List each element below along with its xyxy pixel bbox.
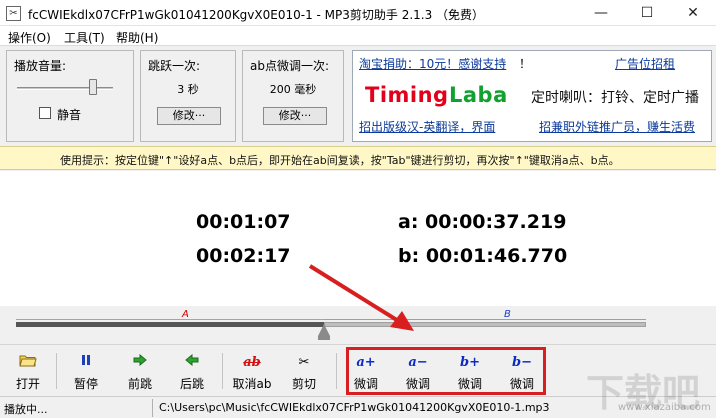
a-segment-line xyxy=(16,319,324,320)
mute-checkbox[interactable] xyxy=(39,107,51,119)
next-skip-label: 后跳 xyxy=(179,377,204,391)
cut-button[interactable]: ✂ 剪切 xyxy=(280,347,328,393)
window-title: fcCWIEkdlx07CFrP1wGk01041200KgvX0E010-1 … xyxy=(28,8,485,22)
minimize-button[interactable]: — xyxy=(578,0,624,26)
ab-adjust-panel: ab点微调一次: 200 毫秒 修改··· xyxy=(242,50,344,142)
skip-panel: 跳跃一次: 3 秒 修改··· xyxy=(140,50,236,142)
ab-adjust-title: ab点微调一次: xyxy=(250,59,330,73)
pause-button[interactable]: 暂停 xyxy=(62,347,110,393)
watermark-url: www.xiazaiba.com xyxy=(618,402,711,413)
donate-link-tail: ！ xyxy=(519,57,532,71)
b-segment-line xyxy=(324,319,646,320)
cancel-ab-button[interactable]: ab 取消ab xyxy=(228,347,276,393)
skip-modify-button[interactable]: 修改··· xyxy=(157,107,221,125)
translator-link[interactable]: 招出版级汉-英翻译，界面 xyxy=(359,118,495,135)
scissors-icon: ✂ xyxy=(298,355,310,370)
cancel-ab-label: 取消ab xyxy=(232,377,272,391)
timinglaba-logo-part1[interactable]: Timing xyxy=(365,83,449,107)
maximize-button[interactable]: ☐ xyxy=(624,0,670,26)
toolbar-separator xyxy=(56,353,57,389)
pause-icon xyxy=(62,353,110,373)
skip-value: 3 秒 xyxy=(177,83,199,96)
pause-label: 暂停 xyxy=(73,377,98,391)
menu-help[interactable]: 帮助(H) xyxy=(116,29,158,46)
arrow-left-green-icon xyxy=(168,353,216,373)
total-time: 00:02:17 xyxy=(196,245,291,267)
next-skip-button[interactable]: 后跳 xyxy=(168,347,216,393)
close-button[interactable]: ✕ xyxy=(670,0,716,26)
volume-title: 播放音量: xyxy=(14,59,67,73)
ad-panel: 淘宝捐助：10元！感谢支持 ！ 广告位招租 Timing Laba 定时喇叭：打… xyxy=(352,50,712,142)
current-time: 00:01:07 xyxy=(196,211,291,233)
menu-operate[interactable]: 操作(O) xyxy=(8,29,51,46)
menu-tools[interactable]: 工具(T) xyxy=(64,29,105,46)
ad-rent-link[interactable]: 广告位招租 xyxy=(615,55,675,72)
cancel-ab-icon: ab xyxy=(243,355,261,370)
donate-link[interactable]: 淘宝捐助：10元！感谢支持 xyxy=(359,55,506,72)
time-display: 00:01:07 00:02:17 a: 00:00:37.219 b: 00:… xyxy=(0,171,716,306)
title-bar: ✂ fcCWIEkdlx07CFrP1wGk01041200KgvX0E010-… xyxy=(0,0,716,26)
progress-remaining[interactable] xyxy=(324,322,646,327)
status-text: 播放中... xyxy=(4,403,48,416)
toolbar-separator xyxy=(336,353,337,389)
skip-title: 跳跃一次: xyxy=(148,59,201,73)
open-label: 打开 xyxy=(15,377,40,391)
timinglaba-logo-part2[interactable]: Laba xyxy=(449,83,508,107)
arrow-right-green-icon xyxy=(116,353,164,373)
mute-label: 静音 xyxy=(57,108,82,122)
prev-skip-label: 前跳 xyxy=(127,377,152,391)
cut-label: 剪切 xyxy=(291,377,316,391)
promoter-link[interactable]: 招兼职外链推广员，赚生活费 xyxy=(539,118,695,135)
progress-thumb[interactable] xyxy=(318,324,330,336)
volume-slider-thumb[interactable] xyxy=(89,79,97,95)
progress-thumb-base[interactable] xyxy=(318,336,330,340)
ab-adjust-modify-button[interactable]: 修改··· xyxy=(263,107,327,125)
scissors-icon: ✂ xyxy=(6,6,21,21)
file-path: C:\Users\pc\Music\fcCWIEkdlx07CFrP1wGk01… xyxy=(152,399,566,417)
open-button[interactable]: 打开 xyxy=(4,347,52,393)
hint-text: 使用提示：按定位键"↑"设好a点、b点后，即开始在ab间复读，按"Tab"键进行… xyxy=(60,154,620,167)
fine-tune-highlight-box xyxy=(346,347,546,395)
progress-area: A B xyxy=(0,306,716,344)
b-point-time: b: 00:01:46.770 xyxy=(398,245,568,267)
ab-adjust-value: 200 毫秒 xyxy=(269,83,317,96)
volume-slider-track[interactable] xyxy=(17,87,113,90)
menu-bar: 操作(O) 工具(T) 帮助(H) xyxy=(0,26,716,46)
ad-slogan[interactable]: 定时喇叭：打铃、定时广播 xyxy=(531,87,709,107)
progress-played[interactable] xyxy=(16,322,324,327)
a-point-time: a: 00:00:37.219 xyxy=(398,211,567,233)
prev-skip-button[interactable]: 前跳 xyxy=(116,347,164,393)
volume-panel: 播放音量: 静音 xyxy=(6,50,134,142)
hint-bar: 使用提示：按定位键"↑"设好a点、b点后，即开始在ab间复读，按"Tab"键进行… xyxy=(0,146,716,170)
toolbar-separator xyxy=(222,353,223,389)
folder-open-icon xyxy=(4,353,52,373)
